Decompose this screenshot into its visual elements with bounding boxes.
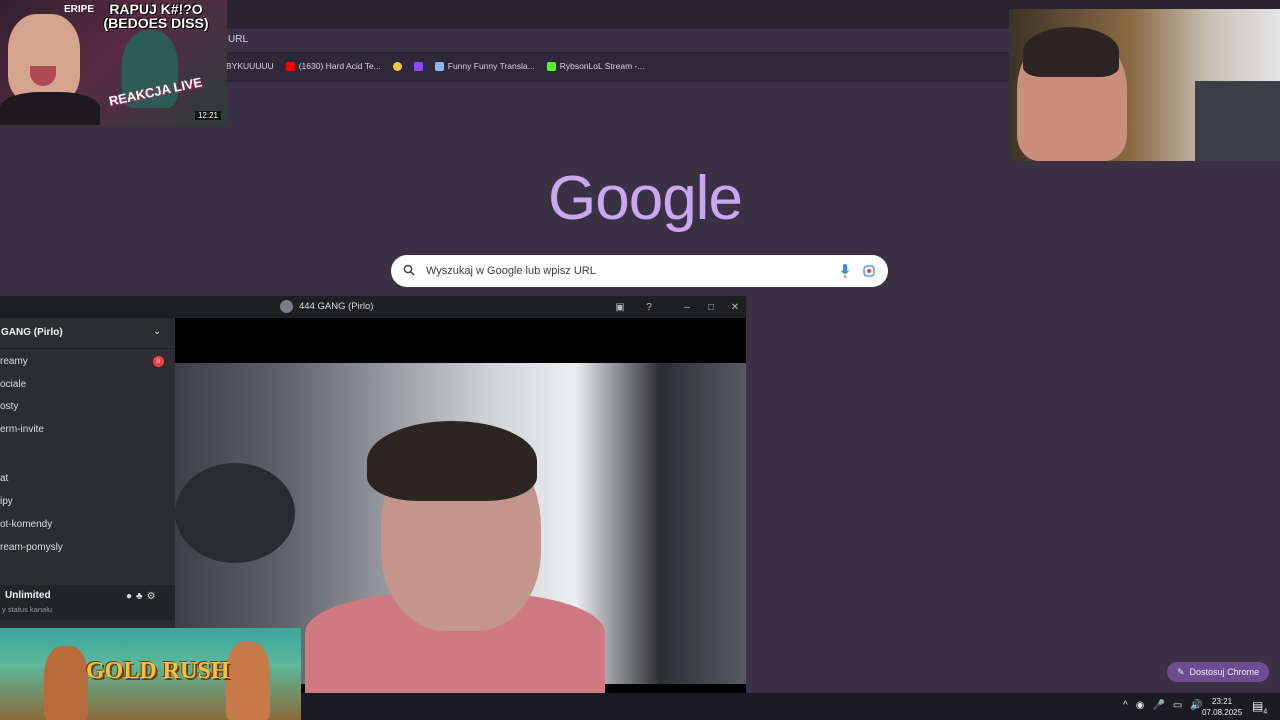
bookmark-label: BYKUUUUU [226, 61, 274, 71]
kick-icon [546, 61, 556, 71]
help-icon[interactable]: ? [641, 299, 657, 315]
bookmark-twitch[interactable] [413, 61, 423, 71]
address-bar-text[interactable]: URL [228, 34, 248, 45]
user-status[interactable]: y status kanału [2, 605, 52, 614]
system-tray: ^ ◉ 🎤 ▭ 🔊 [1123, 700, 1203, 711]
video-thumbnail-overlay: ERIPE RAPUJ K#!?O (BEDOES DISS) REAKCJA … [0, 0, 227, 125]
user-controls: ● ♣ ⚙ [126, 591, 156, 602]
search-icon [403, 264, 415, 276]
translate-icon [434, 61, 444, 71]
bookmark-funny-translate[interactable]: Funny Funny Transla... [434, 61, 535, 71]
game-ad-banner: GOLD RUSH [0, 628, 301, 720]
chat-icon[interactable]: ● [126, 591, 132, 602]
bookmark-label: RybsonLoL Stream -... [559, 61, 645, 71]
customize-chrome-button[interactable]: ✎ Dostosuj Chrome [1167, 662, 1269, 682]
channel-item[interactable]: erm-invite [0, 424, 44, 435]
server-avatar-icon [280, 300, 293, 313]
bookmark-bykuuuuu[interactable]: BYKUUUUU [226, 61, 274, 71]
close-button[interactable]: ✕ [727, 299, 743, 315]
thumbnail-face [8, 14, 80, 102]
video-person-hair [367, 421, 537, 501]
chevron-down-icon: ⌄ [153, 326, 162, 337]
microphone-icon[interactable] [840, 263, 850, 279]
search-placeholder[interactable]: Wyszukaj w Google lub wpisz URL [426, 265, 596, 277]
ad-character-right [226, 642, 270, 720]
discord-window-titlebar: 444 GANG (Pirlo) ▣ ? – □ ✕ [0, 296, 746, 318]
channel-item[interactable]: ream-pomysly [0, 542, 63, 553]
google-logo: Google [548, 164, 743, 233]
video-background-object [175, 463, 295, 563]
clock-time: 23:21 [1212, 697, 1233, 706]
pencil-icon: ✎ [1177, 666, 1185, 677]
notification-count: 4 [1263, 708, 1268, 716]
channel-item[interactable]: ociale [0, 379, 26, 390]
network-icon[interactable]: ▭ [1173, 700, 1182, 711]
youtube-icon [285, 61, 295, 71]
webcam-overlay [1009, 9, 1280, 161]
thumbnail-duration: 12:21 [194, 111, 221, 120]
bookmark-emoji[interactable] [392, 61, 402, 71]
thumbnail-shirt [0, 92, 100, 125]
channel-item[interactable]: at [0, 473, 8, 484]
inbox-icon[interactable]: ▣ [612, 299, 628, 315]
google-lens-icon[interactable] [863, 265, 875, 277]
user-name[interactable]: Unlimited [5, 590, 51, 601]
channel-item[interactable]: reamy [0, 356, 28, 367]
clock[interactable]: 23:21 07.08.2025 [1202, 696, 1242, 718]
bookmark-label: Funny Funny Transla... [447, 61, 535, 71]
google-search-box[interactable]: Wyszukaj w Google lub wpisz URL [391, 255, 888, 287]
unread-badge: 8 [153, 356, 164, 367]
webcam-hair [1023, 27, 1119, 77]
discord-window-title: 444 GANG (Pirlo) [299, 301, 374, 312]
ad-title: GOLD RUSH [86, 658, 230, 684]
clock-date: 07.08.2025 [1202, 708, 1243, 717]
microphone-icon[interactable]: 🎤 [1152, 700, 1164, 711]
thumbnail-title: RAPUJ K#!?O (BEDOES DISS) [103, 1, 209, 31]
bookmark-hard-acid[interactable]: (1630) Hard Acid Te... [285, 61, 381, 71]
tray-app-icon[interactable]: ◉ [1136, 700, 1145, 711]
ad-character-left [44, 646, 88, 720]
twitch-icon [413, 61, 423, 71]
customize-label: Dostosuj Chrome [1189, 667, 1260, 677]
maximize-button[interactable]: □ [703, 299, 719, 315]
emoji-icon [392, 61, 402, 71]
notification-icon[interactable]: ▤4 [1252, 699, 1267, 715]
channel-item[interactable]: osty [0, 401, 18, 412]
minimize-button[interactable]: – [679, 299, 695, 315]
gear-icon[interactable]: ⚙ [147, 591, 156, 602]
bookmark-rybsonlol[interactable]: RybsonLoL Stream -... [546, 61, 645, 71]
windows-taskbar: ^ ◉ 🎤 ▭ 🔊 23:21 07.08.2025 ▤4 [301, 693, 1280, 720]
volume-icon[interactable]: 🔊 [1190, 700, 1202, 711]
bookmarks-bar: BYKUUUUU (1630) Hard Acid Te... Funny Fu… [226, 58, 644, 74]
server-header[interactable]: GANG (Pirlo) ⌄ [0, 318, 175, 349]
activity-icon[interactable]: ♣ [136, 591, 143, 602]
chevron-up-icon[interactable]: ^ [1123, 700, 1128, 711]
channel-item[interactable]: ipy [0, 496, 13, 507]
bookmark-label: (1630) Hard Acid Te... [298, 61, 381, 71]
webcam-monitor [1195, 81, 1280, 161]
user-panel: Unlimited y status kanału ● ♣ ⚙ [0, 585, 175, 620]
server-name: GANG (Pirlo) [1, 327, 63, 338]
channel-item[interactable]: ot-komendy [0, 519, 52, 530]
